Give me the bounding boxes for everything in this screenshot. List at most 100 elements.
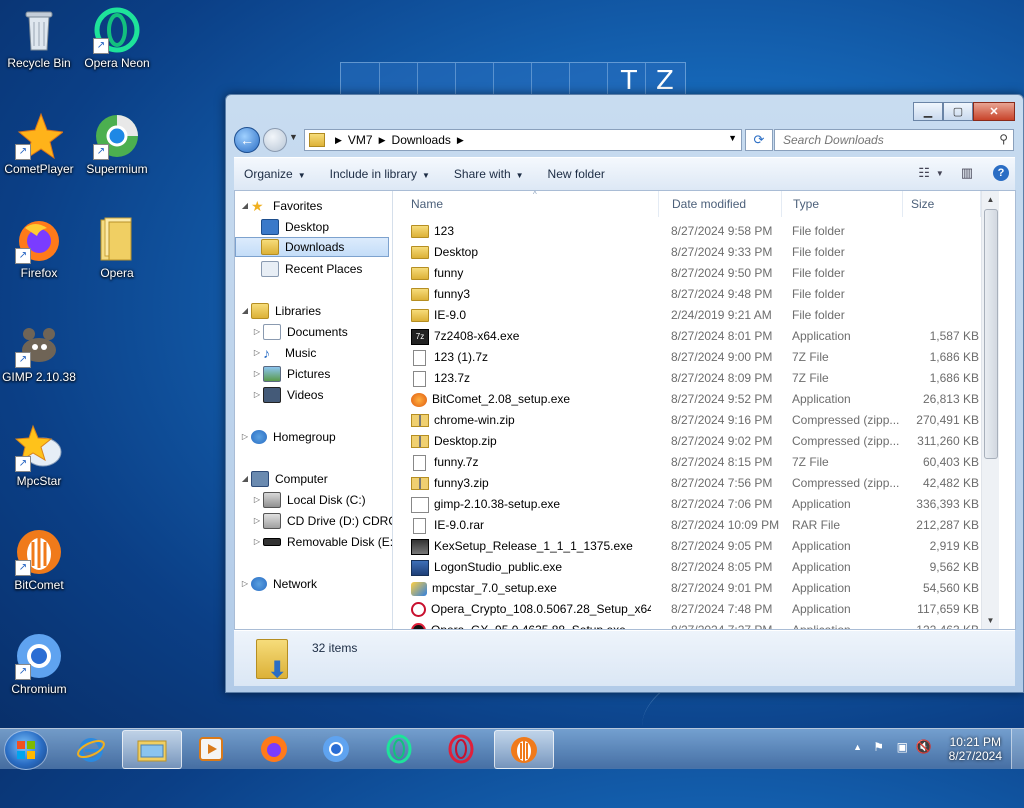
file-row[interactable]: funny3.zip 8/27/2024 7:56 PM Compressed (z… xyxy=(393,473,999,494)
file-name-cell[interactable]: Desktop xyxy=(411,242,651,263)
vertical-scrollbar[interactable]: ▲ ▼ xyxy=(981,191,999,629)
breadcrumb-downloads[interactable]: Downloads xyxy=(392,133,451,147)
file-row[interactable]: chrome-win.zip 8/27/2024 9:16 PM Compresse… xyxy=(393,410,999,431)
file-name-cell[interactable]: 123 (1).7z xyxy=(411,347,651,368)
file-row[interactable]: LogonStudio_public.exe 8/27/2024 8:05 PM A… xyxy=(393,557,999,578)
taskbar-opera-neon[interactable] xyxy=(370,730,428,767)
desktop-icon-chromium[interactable]: ↗ Chromium xyxy=(0,632,78,696)
desktop-icon-gimp[interactable]: ↗ GIMP 2.10.38 xyxy=(0,320,78,384)
file-row[interactable]: gimp-2.10.38-setup.exe 8/27/2024 7:06 PM A… xyxy=(393,494,999,515)
include-in-library-button[interactable]: Include in library ▼ xyxy=(320,162,440,186)
chevron-right-icon[interactable]: ▶ xyxy=(457,135,464,146)
new-folder-button[interactable]: New folder xyxy=(538,162,615,186)
file-name-cell[interactable]: Opera_GX_95.0.4635.88_Setup.exe xyxy=(411,620,651,629)
search-input[interactable] xyxy=(781,130,985,150)
back-button[interactable]: ← xyxy=(234,127,260,153)
desktop-icon-opera[interactable]: Opera xyxy=(78,216,156,280)
expand-icon[interactable]: ▷ xyxy=(251,364,263,384)
nav-downloads[interactable]: Downloads xyxy=(235,237,389,257)
nav-videos[interactable]: ▷ Videos xyxy=(251,385,323,405)
file-name-cell[interactable]: IE-9.0 xyxy=(411,305,651,326)
expand-icon[interactable]: ▷ xyxy=(251,511,263,531)
address-dropdown-icon[interactable]: ▼ xyxy=(728,133,737,143)
refresh-button[interactable]: ⟳ xyxy=(745,129,773,151)
expand-icon[interactable]: ◢ xyxy=(239,469,251,489)
file-row[interactable]: funny3 8/27/2024 9:48 PM File folder xyxy=(393,284,999,305)
change-view-button[interactable]: ☷ ▼ xyxy=(918,163,944,183)
file-row[interactable]: BitComet_2.08_setup.exe 8/27/2024 9:52 PM… xyxy=(393,389,999,410)
desktop-icon-supermium[interactable]: ↗ Supermium xyxy=(78,112,156,176)
file-name-cell[interactable]: funny xyxy=(411,263,651,284)
volume-muted-icon[interactable]: 🔇 xyxy=(916,739,932,755)
file-name-cell[interactable]: Opera_Crypto_108.0.5067.28_Setup_x64.exe xyxy=(411,599,651,620)
file-row[interactable]: funny.7z 8/27/2024 8:15 PM 7Z File 60,403 K… xyxy=(393,452,999,473)
nav-libraries[interactable]: ◢ Libraries xyxy=(239,301,321,321)
file-row[interactable]: Desktop.zip 8/27/2024 9:02 PM Compressed (… xyxy=(393,431,999,452)
taskbar-internet-explorer[interactable] xyxy=(62,730,120,767)
expand-icon[interactable]: ▷ xyxy=(239,574,251,594)
show-desktop-button[interactable] xyxy=(1011,729,1024,769)
file-row[interactable]: Opera_GX_95.0.4635.88_Setup.exe 8/27/2024… xyxy=(393,620,999,629)
file-name-cell[interactable]: IE-9.0.rar xyxy=(411,515,651,536)
expand-icon[interactable]: ▷ xyxy=(251,322,263,342)
preview-pane-button[interactable]: ▥ xyxy=(957,163,977,183)
nav-computer[interactable]: ◢ Computer xyxy=(239,469,328,489)
search-icon[interactable]: ⚲ xyxy=(999,132,1008,146)
system-clock[interactable]: 10:21 PM 8/27/2024 xyxy=(949,735,1002,763)
file-name-cell[interactable]: Desktop.zip xyxy=(411,431,651,452)
file-name-cell[interactable]: gimp-2.10.38-setup.exe xyxy=(411,494,651,515)
expand-icon[interactable]: ◢ xyxy=(239,301,251,321)
file-row[interactable]: mpcstar_7.0_setup.exe 8/27/2024 9:01 PM Ap… xyxy=(393,578,999,599)
organize-button[interactable]: Organize ▼ xyxy=(234,162,316,186)
file-name-cell[interactable]: funny3.zip xyxy=(411,473,651,494)
file-row[interactable]: 123.7z 8/27/2024 8:09 PM 7Z File 1,686 KB xyxy=(393,368,999,389)
nav-removable-disk[interactable]: ▷ Removable Disk (E:) xyxy=(251,532,392,552)
desktop-icon-opera-neon[interactable]: ↗ Opera Neon xyxy=(78,6,156,70)
nav-desktop[interactable]: Desktop xyxy=(261,217,329,237)
breadcrumb-vm7[interactable]: VM7 xyxy=(348,133,373,147)
background-window[interactable]: T Z xyxy=(340,62,686,98)
file-row[interactable]: 123 8/27/2024 9:58 PM File folder xyxy=(393,221,999,242)
expand-icon[interactable]: ◢ xyxy=(239,196,251,216)
expand-icon[interactable]: ▷ xyxy=(251,532,263,552)
file-name-cell[interactable]: KexSetup_Release_1_1_1_1375.exe xyxy=(411,536,651,557)
forward-button[interactable] xyxy=(263,128,287,152)
file-name-cell[interactable]: funny3 xyxy=(411,284,651,305)
show-hidden-icons-button[interactable]: ▲ xyxy=(853,742,862,752)
nav-documents[interactable]: ▷ Documents xyxy=(251,322,348,342)
file-name-cell[interactable]: chrome-win.zip xyxy=(411,410,651,431)
nav-pictures[interactable]: ▷ Pictures xyxy=(251,364,330,384)
file-name-cell[interactable]: BitComet_2.08_setup.exe xyxy=(411,389,651,410)
file-row[interactable]: IE-9.0 2/24/2019 9:21 AM File folder xyxy=(393,305,999,326)
nav-homegroup[interactable]: ▷ Homegroup xyxy=(239,427,336,447)
taskbar-chromium[interactable] xyxy=(307,730,365,767)
help-button[interactable]: ? xyxy=(993,165,1009,181)
desktop-icon-mpcstar[interactable]: ↗ MpcStar xyxy=(0,424,78,488)
nav-recent-places[interactable]: Recent Places xyxy=(261,259,362,279)
file-name-cell[interactable]: LogonStudio_public.exe xyxy=(411,557,651,578)
minimize-button[interactable]: ▁ xyxy=(913,102,943,121)
share-with-button[interactable]: Share with ▼ xyxy=(444,162,534,186)
nav-music[interactable]: ▷ ♪ Music xyxy=(251,343,316,363)
chevron-right-icon[interactable]: ▶ xyxy=(335,135,342,146)
taskbar-firefox[interactable] xyxy=(245,730,303,767)
start-button[interactable] xyxy=(4,730,48,770)
recent-pages-dropdown[interactable]: ▼ xyxy=(289,132,298,142)
desktop-icon-firefox[interactable]: ↗ Firefox xyxy=(0,216,78,280)
action-center-flag-icon[interactable]: ⚑ xyxy=(873,740,884,754)
file-row[interactable]: 7z 7z2408-x64.exe 8/27/2024 8:01 PM Applica… xyxy=(393,326,999,347)
file-name-cell[interactable]: 123 xyxy=(411,221,651,242)
close-button[interactable]: ✕ xyxy=(973,102,1015,121)
column-header-name[interactable]: Name ^ xyxy=(393,191,659,217)
file-row[interactable]: Opera_Crypto_108.0.5067.28_Setup_x64.exe… xyxy=(393,599,999,620)
taskbar-windows-explorer[interactable] xyxy=(122,730,182,769)
expand-icon[interactable]: ▷ xyxy=(251,490,263,510)
chevron-right-icon[interactable]: ▶ xyxy=(379,135,386,146)
desktop-icon-cometplayer[interactable]: ↗ CometPlayer xyxy=(0,112,78,176)
desktop-icon-bitcomet[interactable]: ↗ BitComet xyxy=(0,528,78,592)
file-name-cell[interactable]: 123.7z xyxy=(411,368,651,389)
file-row[interactable]: Desktop 8/27/2024 9:33 PM File folder xyxy=(393,242,999,263)
column-header-date[interactable]: Date modified xyxy=(664,191,782,217)
file-name-cell[interactable]: mpcstar_7.0_setup.exe xyxy=(411,578,651,599)
expand-icon[interactable]: ▷ xyxy=(239,427,251,447)
